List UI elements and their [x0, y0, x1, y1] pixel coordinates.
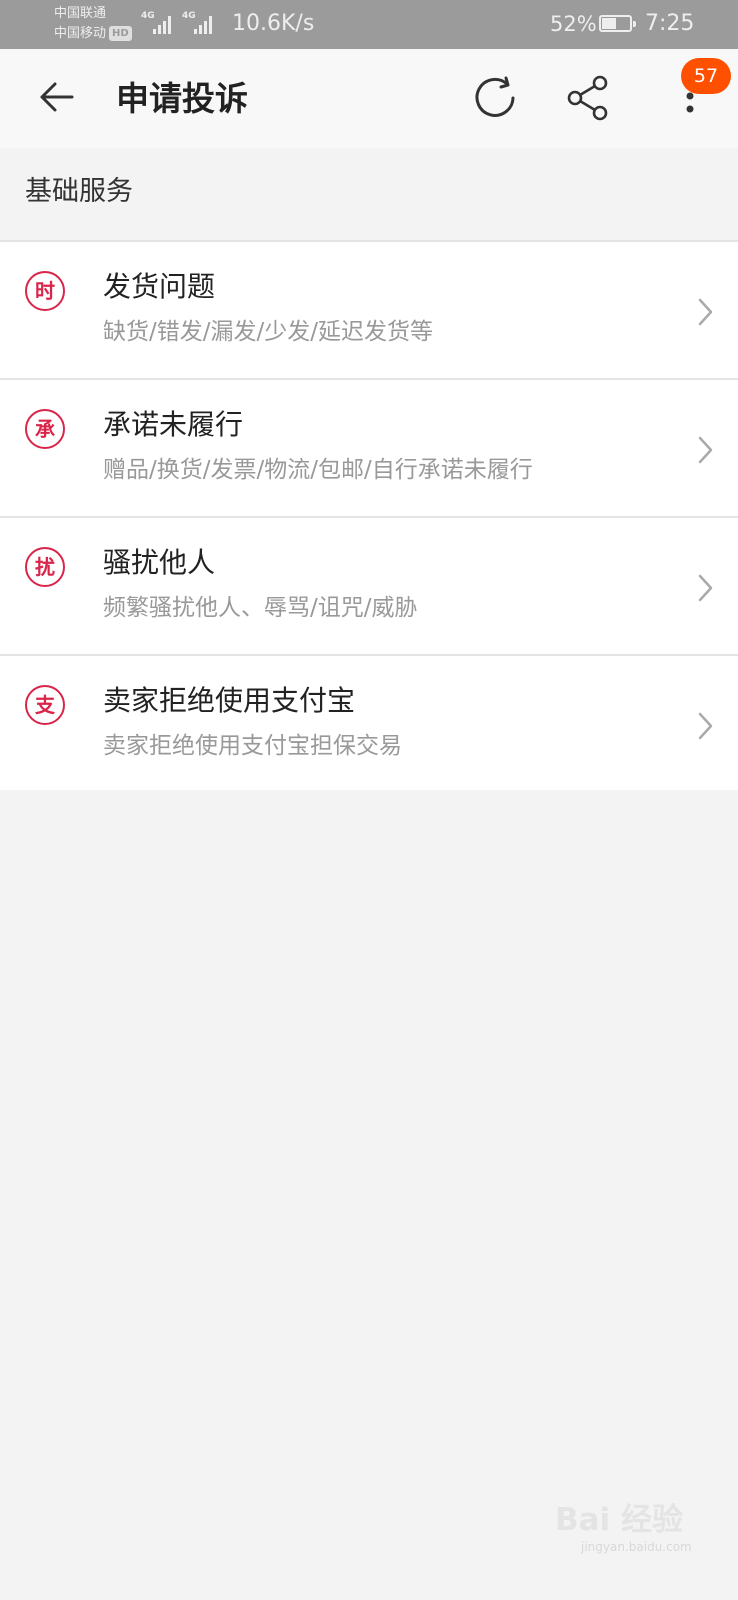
item-description: 缺货/错发/漏发/少发/延迟发货等 — [103, 319, 433, 345]
clock: 7:25 — [645, 11, 695, 36]
battery-fill — [602, 18, 617, 29]
refresh-button[interactable] — [467, 71, 523, 127]
category-icon: 承 — [25, 409, 65, 449]
hd-badge: HD — [109, 26, 132, 41]
network-speed: 10.6K/s — [232, 11, 315, 36]
list-item-refuse-alipay[interactable]: 支 卖家拒绝使用支付宝 卖家拒绝使用支付宝担保交易 — [0, 656, 738, 790]
list-item-promise-unfulfilled[interactable]: 承 承诺未履行 赠品/换货/发票/物流/包邮/自行承诺未履行 — [0, 380, 738, 518]
list-item-harassment[interactable]: 扰 骚扰他人 频繁骚扰他人、辱骂/诅咒/威胁 — [0, 518, 738, 656]
complaint-list: 时 发货问题 缺货/错发/漏发/少发/延迟发货等 承 承诺未履行 赠品/换货/发… — [0, 240, 738, 790]
battery-icon — [599, 15, 636, 32]
carrier-mobile: 中国移动 HD — [54, 24, 132, 44]
list-item-shipping-issue[interactable]: 时 发货问题 缺货/错发/漏发/少发/延迟发货等 — [0, 242, 738, 380]
refresh-icon — [475, 76, 515, 117]
chevron-right-icon — [698, 574, 713, 602]
back-arrow-icon — [40, 82, 74, 112]
item-title: 卖家拒绝使用支付宝 — [103, 684, 356, 717]
share-icon — [567, 75, 608, 121]
section-title: 基础服务 — [25, 176, 133, 207]
item-description: 频繁骚扰他人、辱骂/诅咒/威胁 — [103, 595, 418, 621]
chevron-right-icon — [698, 436, 713, 464]
carrier-info: 中国联通 中国移动 HD — [54, 4, 132, 44]
back-button[interactable] — [28, 71, 84, 127]
battery-percent: 52% — [550, 12, 597, 36]
item-description: 卖家拒绝使用支付宝担保交易 — [103, 733, 402, 759]
baidu-jingyan-watermark: Bai 经验 jingyan.baidu.com — [555, 1500, 725, 1560]
app-bar: 申请投诉 — [0, 49, 738, 148]
category-icon: 扰 — [25, 547, 65, 587]
chevron-right-icon — [698, 298, 713, 326]
category-icon: 时 — [25, 271, 65, 311]
item-title: 承诺未履行 — [103, 408, 244, 441]
carrier-unicom: 中国联通 — [54, 6, 107, 21]
item-title: 骚扰他人 — [103, 546, 216, 579]
watermark-url: jingyan.baidu.com — [581, 1540, 692, 1554]
notification-badge[interactable]: 57 — [681, 58, 731, 94]
item-description: 赠品/换货/发票/物流/包邮/自行承诺未履行 — [103, 457, 533, 483]
carrier-mobile-label: 中国移动 — [54, 26, 107, 41]
status-bar: 中国联通 中国移动 HD 4G 4G 10.6K/s 52% 7:25 — [0, 0, 738, 49]
page-title: 申请投诉 — [116, 79, 248, 118]
section-header: 基础服务 — [0, 148, 738, 240]
share-button[interactable] — [563, 71, 619, 127]
chevron-right-icon — [698, 712, 713, 740]
category-icon: 支 — [25, 685, 65, 725]
item-title: 发货问题 — [103, 270, 216, 303]
watermark-logo-text: Bai 经验 — [555, 1502, 683, 1538]
